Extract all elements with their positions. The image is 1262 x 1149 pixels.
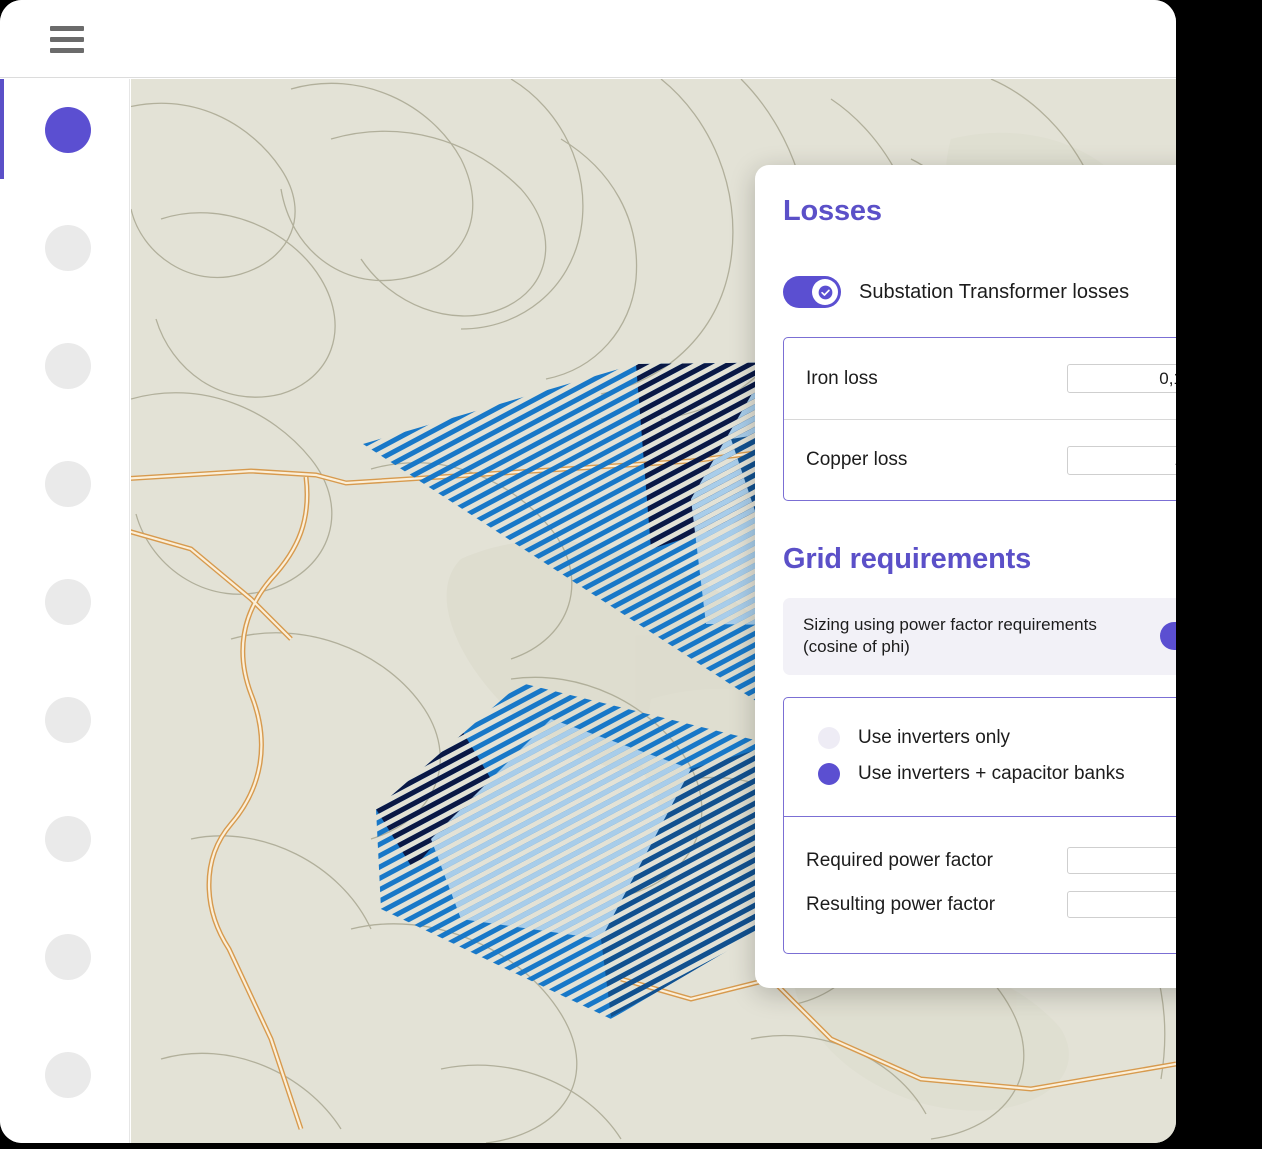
option-label: Use inverters + capacitor banks bbox=[858, 762, 1125, 784]
sidebar-active-indicator bbox=[0, 79, 4, 179]
sidebar-item-5[interactable] bbox=[45, 697, 91, 743]
option-use-inverters-capacitor-banks[interactable]: Use inverters + capacitor banks bbox=[784, 756, 1176, 792]
app-header bbox=[0, 0, 1176, 78]
transformer-losses-toggle-row[interactable]: Substation Transformer losses bbox=[783, 276, 1176, 308]
hamburger-menu-icon[interactable] bbox=[50, 26, 84, 53]
sidebar bbox=[0, 79, 130, 1143]
copper-loss-input[interactable] bbox=[1067, 445, 1176, 475]
sizing-power-factor-row[interactable]: Sizing using power factor requirements (… bbox=[783, 598, 1176, 675]
hamburger-bar bbox=[50, 48, 84, 53]
losses-card: Iron loss Copper loss bbox=[783, 337, 1176, 501]
sidebar-item-8[interactable] bbox=[45, 1052, 91, 1098]
screen-root: Losses Substation Transformer losses Iro… bbox=[0, 0, 1262, 1149]
settings-panel: Losses Substation Transformer losses Iro… bbox=[755, 165, 1176, 988]
required-power-factor-input[interactable] bbox=[1067, 847, 1176, 875]
sizing-power-factor-toggle[interactable] bbox=[1160, 622, 1176, 651]
option-use-inverters-only[interactable]: Use inverters only bbox=[784, 720, 1176, 756]
transformer-losses-toggle[interactable] bbox=[783, 276, 841, 308]
sidebar-item-1[interactable] bbox=[45, 225, 91, 271]
hamburger-bar bbox=[50, 26, 84, 31]
iron-loss-label: Iron loss bbox=[806, 367, 878, 389]
sizing-power-factor-label: Sizing using power factor requirements (… bbox=[803, 615, 1097, 657]
required-power-factor-label: Required power factor bbox=[806, 849, 993, 871]
losses-section-title: Losses bbox=[783, 195, 882, 227]
sidebar-item-6[interactable] bbox=[45, 816, 91, 862]
sidebar-item-3[interactable] bbox=[45, 461, 91, 507]
sidebar-item-4[interactable] bbox=[45, 579, 91, 625]
option-label: Use inverters only bbox=[858, 726, 1011, 748]
copper-loss-label: Copper loss bbox=[806, 449, 908, 470]
inverter-options-group: Use inverters only Use inverters + capac… bbox=[784, 698, 1176, 816]
toggle-knob bbox=[812, 279, 838, 305]
sidebar-item-2[interactable] bbox=[45, 343, 91, 389]
required-power-factor-row: Required power factor bbox=[806, 839, 1176, 883]
iron-loss-row: Iron loss bbox=[784, 338, 1176, 419]
sidebar-item-7[interactable] bbox=[45, 934, 91, 980]
app-window: Losses Substation Transformer losses Iro… bbox=[0, 0, 1176, 1143]
resulting-power-factor-input[interactable] bbox=[1067, 891, 1176, 919]
resulting-power-factor-row: Resulting power factor bbox=[806, 883, 1176, 927]
resulting-power-factor-label: Resulting power factor bbox=[806, 893, 996, 915]
radio-icon-selected bbox=[818, 762, 840, 785]
sidebar-item-0[interactable] bbox=[45, 107, 91, 153]
grid-requirements-section-title: Grid requirements bbox=[783, 543, 1031, 575]
transformer-losses-label: Substation Transformer losses bbox=[859, 280, 1130, 303]
copper-loss-row: Copper loss bbox=[784, 419, 1176, 500]
hamburger-bar bbox=[50, 37, 84, 42]
power-factor-group: Required power factor Resulting power fa… bbox=[784, 815, 1176, 953]
check-icon bbox=[818, 285, 832, 299]
iron-loss-input[interactable] bbox=[1067, 364, 1176, 393]
radio-icon bbox=[818, 726, 840, 749]
grid-options-card: Use inverters only Use inverters + capac… bbox=[783, 696, 1176, 954]
